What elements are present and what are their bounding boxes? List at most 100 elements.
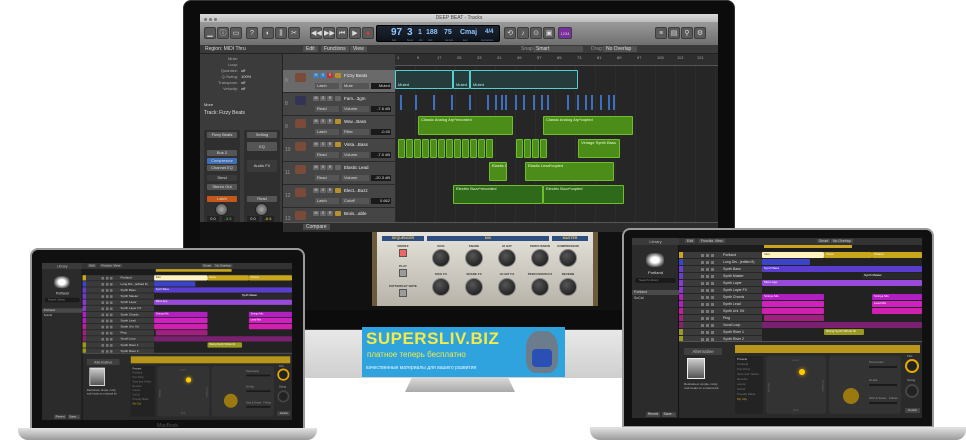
menu-item[interactable]: No Overlap bbox=[831, 239, 853, 243]
record-button[interactable]: R bbox=[327, 142, 333, 147]
percussion-slider[interactable] bbox=[246, 374, 271, 377]
region[interactable] bbox=[155, 330, 208, 336]
more-disclosure[interactable]: More bbox=[204, 102, 287, 107]
send-slot[interactable]: Send bbox=[207, 175, 237, 181]
swing-knob[interactable] bbox=[905, 384, 919, 398]
menu-item[interactable]: Smart bbox=[817, 239, 831, 243]
play-button[interactable] bbox=[399, 269, 407, 277]
region[interactable]: Classic Analog Arp*copied bbox=[543, 116, 633, 135]
toolbar-icon[interactable]: ▭ bbox=[230, 27, 242, 39]
region[interactable] bbox=[764, 315, 824, 321]
automation-toggle[interactable] bbox=[335, 165, 341, 170]
cycle-bar[interactable] bbox=[155, 269, 232, 272]
fx-knob[interactable] bbox=[465, 278, 483, 296]
cycle-icon[interactable]: ⟲ bbox=[504, 27, 516, 39]
region[interactable] bbox=[154, 317, 208, 324]
count-in-icon[interactable]: ⊙ bbox=[530, 27, 542, 39]
fills-knob[interactable] bbox=[277, 368, 290, 381]
track-buttons[interactable] bbox=[701, 274, 715, 278]
track-buttons[interactable] bbox=[701, 316, 715, 320]
region[interactable] bbox=[406, 139, 413, 158]
pan-knob[interactable] bbox=[255, 203, 268, 216]
track-header[interactable]: 10 M S R Vinta...Bass Read Volume -7.0 dB bbox=[283, 139, 395, 162]
library-item[interactable]: Portland bbox=[42, 308, 83, 313]
revert-button[interactable]: Revert bbox=[54, 414, 67, 420]
region[interactable]: Micro App bbox=[762, 280, 922, 286]
automation-toggle[interactable] bbox=[335, 211, 341, 216]
alternative-button[interactable]: Alternative bbox=[684, 348, 722, 355]
region[interactable]: Elastic L bbox=[489, 162, 507, 181]
region[interactable] bbox=[154, 324, 208, 330]
functions-menu[interactable]: Functions bbox=[321, 46, 349, 52]
kick-drum-icon[interactable] bbox=[223, 393, 238, 408]
region[interactable]: Chorus bbox=[248, 275, 292, 281]
mute-button[interactable]: M bbox=[313, 165, 319, 170]
track-name[interactable]: Fam...3gm bbox=[344, 96, 366, 101]
automation-param-select[interactable]: Mute bbox=[342, 83, 369, 89]
record-button[interactable]: R bbox=[327, 73, 333, 78]
track-buttons[interactable] bbox=[701, 330, 715, 334]
editors-icon[interactable]: ✂ bbox=[288, 27, 300, 39]
inspector-icon[interactable]: ⓘ bbox=[217, 27, 229, 39]
view-menu[interactable]: View bbox=[350, 46, 367, 52]
track-header[interactable]: 8 M S R Fizzy Beats Latch Mute Muted bbox=[283, 70, 395, 93]
region[interactable] bbox=[532, 139, 539, 158]
solo-button[interactable]: S bbox=[320, 188, 326, 193]
region[interactable] bbox=[872, 308, 922, 314]
hihat-slider[interactable] bbox=[869, 384, 897, 386]
region[interactable]: Vintage Synth Bass bbox=[578, 139, 620, 158]
track-buttons[interactable] bbox=[701, 302, 715, 306]
tracks-area[interactable]: Intro Verse Chorus Synth Bass Synth Master Mi… bbox=[154, 269, 292, 353]
automation-mode-select[interactable]: Latch bbox=[315, 198, 339, 204]
automation-param-select[interactable]: Volume bbox=[342, 175, 369, 181]
kick-drum-icon[interactable] bbox=[843, 388, 859, 404]
track-buttons[interactable] bbox=[101, 300, 114, 304]
library-item[interactable]: SoCal bbox=[632, 296, 679, 301]
play-icon[interactable]: ▶ bbox=[349, 27, 361, 39]
track-name[interactable]: Vinta...Bass bbox=[344, 142, 368, 147]
track-buttons[interactable] bbox=[101, 282, 114, 286]
to-start-icon[interactable]: ⏮ bbox=[336, 27, 348, 39]
region[interactable] bbox=[524, 139, 531, 158]
track-buttons[interactable] bbox=[101, 325, 114, 328]
track-buttons[interactable] bbox=[701, 288, 715, 292]
region[interactable] bbox=[414, 139, 421, 158]
count-in-badge[interactable]: 1234 bbox=[558, 27, 572, 39]
smart-controls-icon[interactable]: ◐ bbox=[262, 27, 274, 39]
region[interactable] bbox=[486, 139, 493, 158]
track-buttons[interactable] bbox=[701, 267, 715, 271]
record-button[interactable]: R bbox=[327, 119, 333, 124]
region[interactable]: Verse bbox=[824, 252, 872, 258]
mix-knob[interactable] bbox=[531, 249, 549, 267]
menu-item[interactable]: No Overlap bbox=[213, 263, 233, 268]
fx-knob[interactable] bbox=[432, 278, 450, 296]
edit-menu[interactable]: Edit bbox=[303, 46, 318, 52]
details-button[interactable]: Details bbox=[905, 408, 920, 413]
region[interactable] bbox=[762, 301, 824, 307]
track-buttons[interactable] bbox=[101, 343, 114, 347]
automation-mode-select[interactable]: Read bbox=[315, 175, 339, 181]
region[interactable]: Electric Buzz*recorded bbox=[453, 185, 543, 204]
pad-puck[interactable] bbox=[799, 369, 805, 375]
track-buttons[interactable] bbox=[701, 309, 715, 313]
region[interactable] bbox=[422, 139, 429, 158]
help-icon[interactable]: ? bbox=[246, 27, 258, 39]
region[interactable] bbox=[762, 322, 922, 328]
output-select[interactable]: Stereo Out bbox=[207, 184, 237, 190]
mute-button[interactable]: M bbox=[313, 188, 319, 193]
menu-item[interactable]: Smart bbox=[201, 263, 213, 268]
tracks-area[interactable]: Muted Muted Muted Classic Analog Arp*record… bbox=[395, 66, 718, 222]
eq-slot[interactable]: EQ bbox=[247, 142, 277, 151]
region[interactable]: Classic Analog Arp*recorded bbox=[418, 116, 513, 135]
solo-button[interactable]: S bbox=[320, 73, 326, 78]
percussion-slider[interactable] bbox=[869, 366, 897, 368]
automation-value[interactable]: -0.40 bbox=[371, 129, 391, 135]
mute-button[interactable]: M bbox=[313, 73, 319, 78]
automation-value[interactable]: Muted bbox=[371, 83, 391, 89]
track-inspector-header[interactable]: Track: Fizzy Beats bbox=[204, 110, 287, 116]
automation-mode-select[interactable]: Read bbox=[315, 152, 339, 158]
automation-toggle[interactable] bbox=[335, 73, 341, 78]
automation-param-select[interactable]: Volume bbox=[342, 152, 369, 158]
menu-item[interactable]: Edit bbox=[87, 263, 97, 268]
library-item[interactable]: SoCal bbox=[42, 314, 83, 318]
